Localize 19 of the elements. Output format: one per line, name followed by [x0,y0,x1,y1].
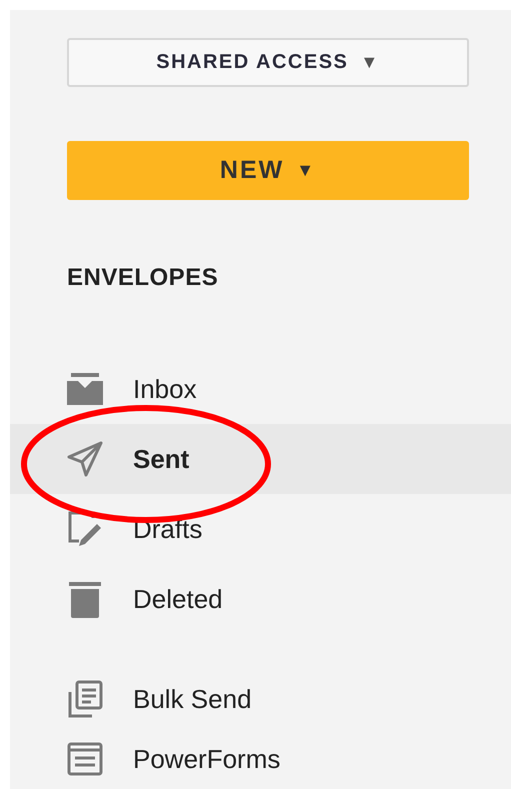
tool-item[interactable]: Bulk Send [10,669,511,729]
inbox-tray-icon [67,373,103,405]
new-button[interactable]: NEW ▼ [67,140,469,200]
folder-item[interactable]: Sent [10,424,511,494]
form-window-icon [67,742,103,776]
tool-item[interactable]: PowerForms [10,729,511,789]
section-heading: ENVELOPES [67,263,220,293]
stacked-documents-icon [67,680,103,718]
tool-label: Bulk Send [133,682,252,716]
shared-access-button[interactable]: SHARED ACCESS ▼ [67,38,469,87]
tool-label: PowerForms [133,742,280,776]
folder-label: Inbox [133,372,197,406]
folder-item[interactable]: Inbox [10,354,511,424]
folder-label: Sent [133,442,190,476]
trash-icon [68,580,102,618]
pencil-square-icon [67,510,103,548]
folder-label: Deleted [133,582,223,616]
paper-plane-icon [67,441,103,477]
folder-item[interactable]: Deleted [10,564,511,634]
